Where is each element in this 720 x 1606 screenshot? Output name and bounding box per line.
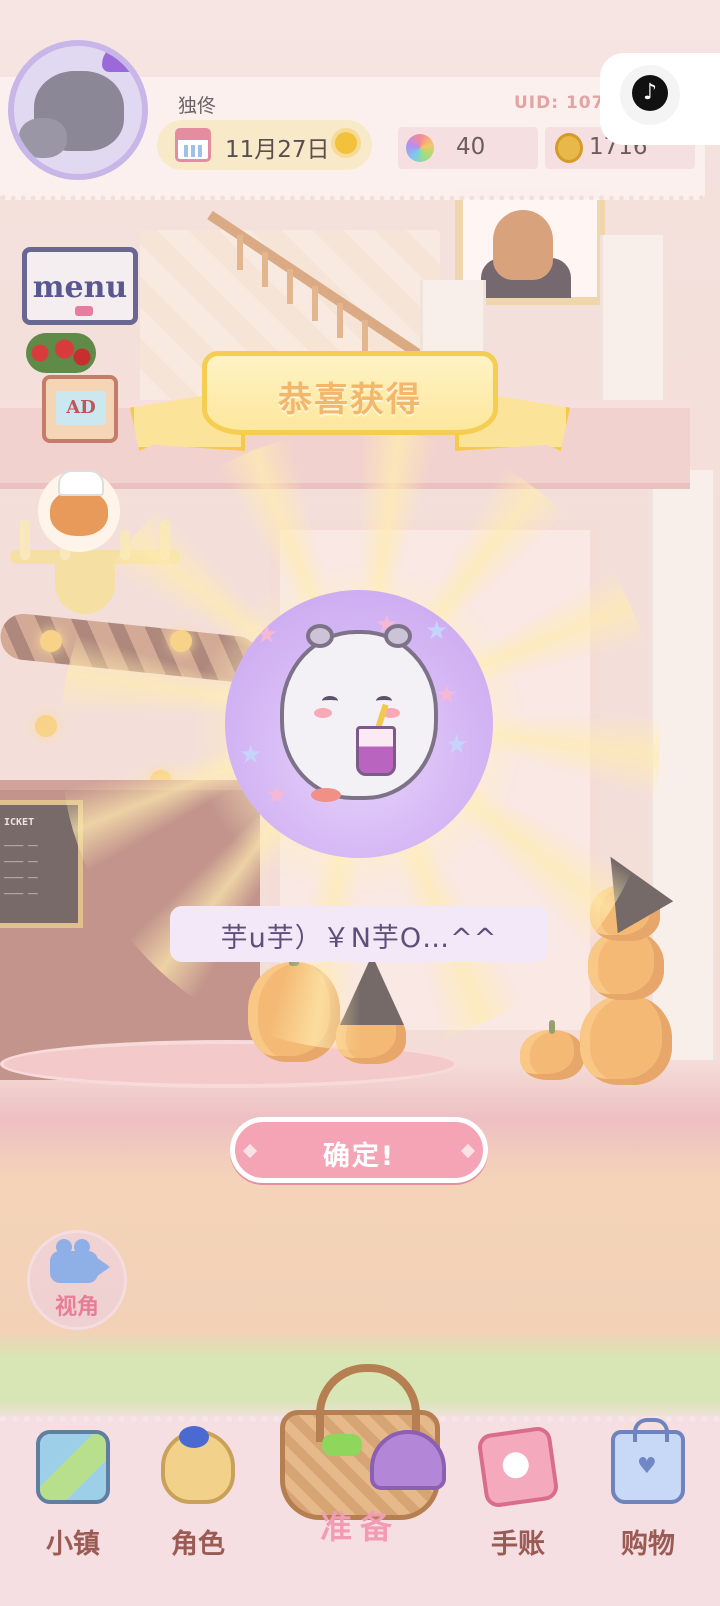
tiktok-badge: ♪ [620, 65, 680, 125]
sun-weather-icon [335, 132, 357, 154]
hamster-bubble-tea-icon [280, 624, 438, 800]
nav-item-shop[interactable]: 购物 [593, 1418, 703, 1580]
date-display: 11月27日 [157, 120, 372, 170]
reward-item-image: ★ ★ ★ ★ ★ ★ ★ [225, 590, 493, 858]
nav-item-prepare[interactable]: 准备 [260, 1364, 460, 1600]
rainbow-gem-icon [406, 134, 434, 162]
reward-banner-title: 恭喜获得 [278, 380, 422, 420]
confirm-label: 确定! [322, 1141, 396, 1172]
flower-decoration [26, 333, 96, 373]
bottom-navigation: 小镇 角色 准备 手账 购物 [0, 1364, 720, 1606]
journal-book-icon [476, 1425, 560, 1509]
hamster-face-icon [50, 490, 108, 536]
nav-label-shop: 购物 [621, 1529, 675, 1560]
nav-item-journal[interactable]: 手账 [463, 1425, 573, 1580]
reward-banner: 恭喜获得 [130, 345, 570, 470]
gem-count: 40 [456, 134, 486, 160]
date-text: 11月27日 [225, 137, 330, 163]
gem-counter[interactable]: 40 [398, 127, 538, 169]
bow-icon [75, 306, 93, 316]
menu-label: menu [32, 270, 128, 305]
nav-label-town: 小镇 [46, 1529, 100, 1560]
tiktok-logo-icon: ♪ [632, 75, 668, 111]
character-icon [161, 1426, 235, 1504]
nav-label-prepare: 准备 [319, 1508, 400, 1546]
ad-button[interactable]: AD [42, 375, 118, 443]
calendar-icon [175, 128, 211, 162]
confirm-button[interactable]: 确定! [230, 1117, 488, 1183]
menu-book-icon: menu [22, 247, 138, 325]
camera-view-button[interactable]: 视角 [27, 1230, 127, 1330]
chef-hamster-button[interactable] [38, 470, 120, 552]
nav-label-character: 角色 [171, 1529, 225, 1560]
nav-item-town[interactable]: 小镇 [18, 1430, 128, 1580]
reward-item-name: 芋u芋）￥N芋O…^^ [220, 923, 498, 954]
menu-button[interactable]: menu [16, 235, 158, 335]
camera-view-label: 视角 [54, 1295, 99, 1320]
player-avatar[interactable] [8, 40, 148, 180]
nav-label-journal: 手账 [491, 1529, 545, 1560]
ad-tv-icon: AD [56, 391, 106, 425]
player-name: 独佟 [178, 95, 217, 117]
video-camera-icon [50, 1239, 98, 1283]
map-icon [36, 1430, 110, 1504]
reward-item-name-box: 芋u芋）￥N芋O…^^ [170, 906, 548, 962]
chef-hat-icon [58, 470, 104, 496]
green-bow-icon [322, 1434, 362, 1456]
tiktok-float-button[interactable]: ♪ [600, 53, 720, 145]
gold-coin-icon [555, 133, 583, 163]
nav-item-character[interactable]: 角色 [143, 1426, 253, 1580]
shopping-bag-icon [611, 1418, 685, 1504]
